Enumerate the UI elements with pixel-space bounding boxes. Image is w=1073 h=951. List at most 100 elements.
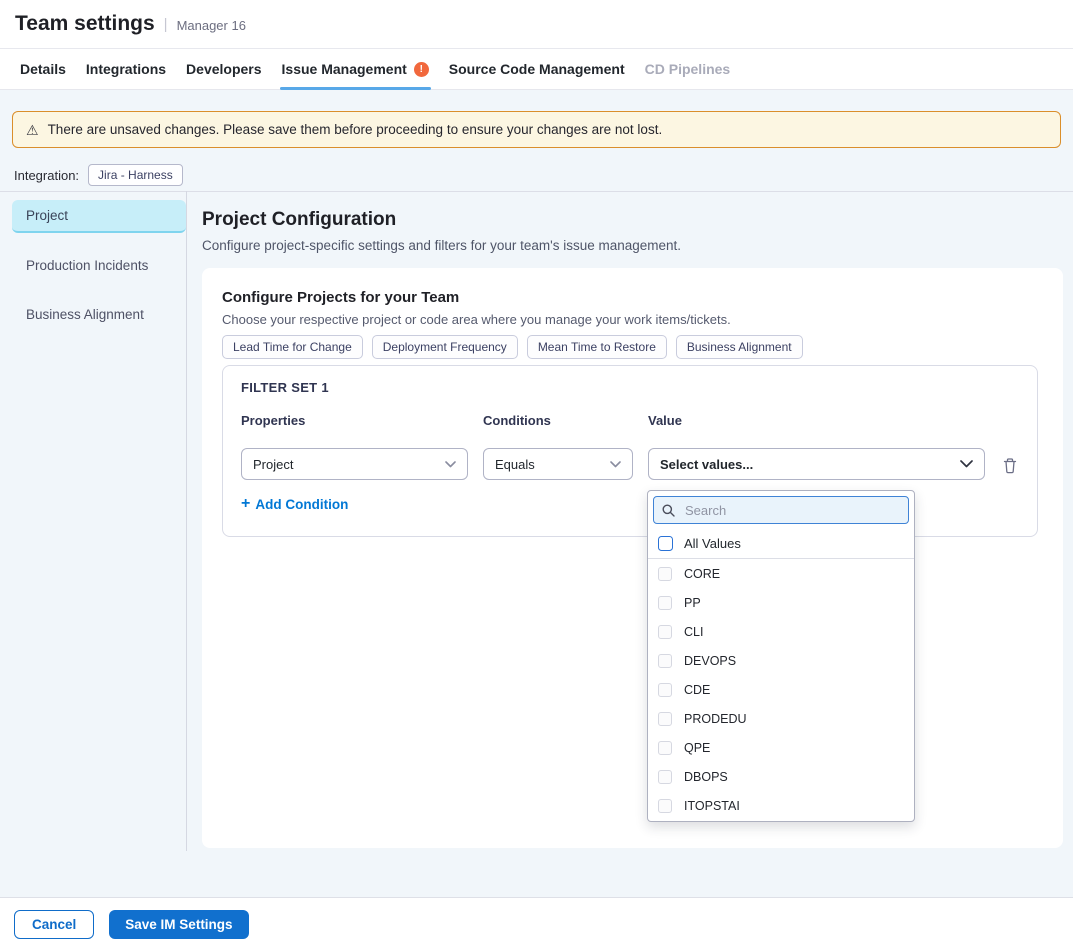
card-title: Configure Projects for your Team [222,289,459,306]
tab-developers[interactable]: Developers [186,49,261,89]
banner-message: There are unsaved changes. Please save t… [48,122,663,137]
panel-divider [0,191,1073,192]
option-cde-label: CDE [684,683,710,697]
checkbox-pp[interactable] [658,596,672,610]
checkbox-cde[interactable] [658,683,672,697]
add-condition-label: Add Condition [255,497,348,512]
option-all-values[interactable]: All Values [648,528,914,559]
sidebar-item-production-incidents-label: Production Incidents [26,258,148,273]
sidebar-item-production-incidents[interactable]: Production Incidents [12,249,186,282]
page-title: Team settings [15,12,155,36]
search-icon [662,504,675,517]
option-cli-label: CLI [684,625,703,639]
tab-source-code-management-label: Source Code Management [449,61,625,77]
integration-row: Integration: Jira - Harness [14,164,183,186]
checkbox-core[interactable] [658,567,672,581]
team-name-label: Manager 16 [177,15,246,33]
tab-cd-pipelines-label: CD Pipelines [645,61,731,77]
chevron-down-icon [445,461,456,468]
option-devops[interactable]: DEVOPS [648,646,914,675]
value-select-placeholder: Select values... [660,457,753,472]
section-title: Project Configuration [202,209,396,231]
option-pp[interactable]: PP [648,588,914,617]
tab-issue-management-label: Issue Management [282,61,407,77]
option-core-label: CORE [684,567,720,581]
option-itopstai[interactable]: ITOPSTAI [648,791,914,820]
value-dropdown-popup: All Values CORE PP CLI DEVOPS CDE PRODED… [647,490,915,822]
tab-integrations-label: Integrations [86,61,166,77]
checkbox-devops[interactable] [658,654,672,668]
checkbox-prodedu[interactable] [658,712,672,726]
tab-details-label: Details [20,61,66,77]
option-dbops-label: DBOPS [684,770,728,784]
chevron-down-icon [960,460,973,468]
condition-select[interactable]: Equals [483,448,633,480]
sidebar-item-business-alignment[interactable]: Business Alignment [12,298,186,331]
tab-details[interactable]: Details [20,49,66,89]
page-header: Team settings | Manager 16 [0,0,1073,49]
configure-projects-card: Configure Projects for your Team Choose … [202,268,1063,848]
dropdown-search-wrap [648,491,914,528]
property-select-value: Project [253,457,293,472]
save-im-settings-button[interactable]: Save IM Settings [109,910,248,939]
filter-set-box: FILTER SET 1 Properties Conditions Value… [222,365,1038,537]
alert-badge-icon: ! [414,62,429,77]
page: Team settings | Manager 16 Details Integ… [0,0,1073,951]
column-header-conditions: Conditions [483,413,551,428]
tab-developers-label: Developers [186,61,261,77]
option-dbops[interactable]: DBOPS [648,762,914,791]
add-condition-button[interactable]: + Add Condition [241,496,348,512]
card-subtitle: Choose your respective project or code a… [222,312,731,327]
option-prodedu[interactable]: PRODEDU [648,704,914,733]
tab-bar: Details Integrations Developers Issue Ma… [0,49,1073,90]
footer-bar: Cancel Save IM Settings [0,897,1073,951]
option-itopstai-label: ITOPSTAI [684,799,740,813]
tab-cd-pipelines: CD Pipelines [645,49,731,89]
option-core[interactable]: CORE [648,559,914,588]
option-all-values-label: All Values [684,536,741,551]
warning-icon: ⚠ [26,123,39,137]
chip-lead-time-for-change[interactable]: Lead Time for Change [222,335,363,359]
metric-chips-row: Lead Time for Change Deployment Frequenc… [222,335,803,359]
integration-label: Integration: [14,168,79,183]
chevron-down-icon [610,461,621,468]
option-cde[interactable]: CDE [648,675,914,704]
option-cli[interactable]: CLI [648,617,914,646]
column-header-properties: Properties [241,413,305,428]
column-header-value: Value [648,413,682,428]
option-qpe-label: QPE [684,741,710,755]
section-subtitle: Configure project-specific settings and … [202,238,681,253]
checkbox-dbops[interactable] [658,770,672,784]
title-separator: | [164,16,168,33]
option-pipe[interactable]: PIPE [648,820,914,822]
sidebar-item-business-alignment-label: Business Alignment [26,307,144,322]
option-devops-label: DEVOPS [684,654,736,668]
plus-icon: + [241,496,250,512]
chip-deployment-frequency[interactable]: Deployment Frequency [372,335,518,359]
sidebar-divider [186,191,187,851]
tab-source-code-management[interactable]: Source Code Management [449,49,625,89]
trash-icon [1002,457,1018,474]
chip-business-alignment[interactable]: Business Alignment [676,335,803,359]
property-select[interactable]: Project [241,448,468,480]
option-prodedu-label: PRODEDU [684,712,747,726]
option-qpe[interactable]: QPE [648,733,914,762]
checkbox-itopstai[interactable] [658,799,672,813]
unsaved-changes-banner: ⚠ There are unsaved changes. Please save… [12,111,1061,148]
option-pp-label: PP [684,596,701,610]
chip-mean-time-to-restore[interactable]: Mean Time to Restore [527,335,667,359]
filter-set-title: FILTER SET 1 [241,380,329,395]
dropdown-search-input[interactable] [653,496,909,524]
integration-chip[interactable]: Jira - Harness [88,164,183,186]
sidebar-item-project-label: Project [26,208,68,223]
delete-condition-button[interactable] [999,454,1021,476]
value-select[interactable]: Select values... [648,448,985,480]
sidebar-item-project[interactable]: Project [12,200,186,233]
tab-issue-management[interactable]: Issue Management ! [282,49,429,89]
checkbox-qpe[interactable] [658,741,672,755]
checkbox-all-values[interactable] [658,536,673,551]
cancel-button[interactable]: Cancel [14,910,94,939]
checkbox-cli[interactable] [658,625,672,639]
tab-integrations[interactable]: Integrations [86,49,166,89]
condition-select-value: Equals [495,457,535,472]
